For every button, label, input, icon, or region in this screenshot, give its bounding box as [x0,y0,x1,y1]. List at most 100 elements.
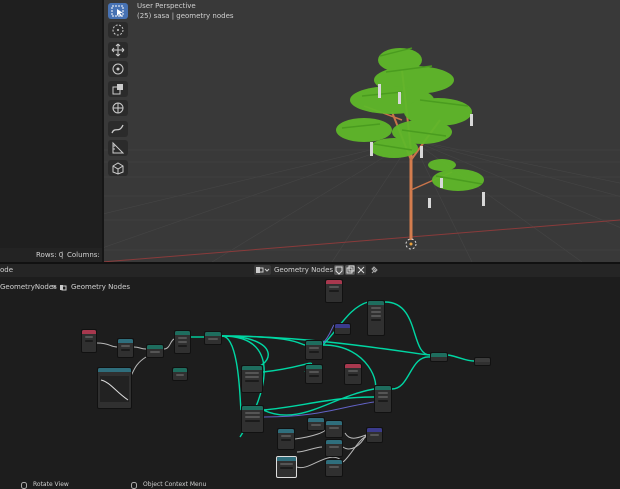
node-header-bar [375,386,391,390]
node-header-bar [242,406,263,410]
spreadsheet-area [0,0,102,262]
node-value-a[interactable] [277,428,295,450]
node-header-bar [277,457,296,461]
object-origin [409,242,413,246]
node-set-material[interactable] [374,385,392,413]
node-math-e[interactable] [325,459,343,477]
node-row [329,427,339,429]
node-row [309,371,319,373]
duplicate-icon [346,265,355,274]
duplicate-tree-button[interactable] [345,265,355,275]
node-row [371,319,381,321]
node-row [245,372,259,374]
node-tree-name-field[interactable]: Geometry Nodes [271,265,333,275]
measure-icon [112,141,125,154]
node-editor-canvas[interactable]: GeometryNodes > Geometry Nodes [0,277,620,489]
rotate-tool[interactable] [108,61,128,77]
node-header-bar [345,364,361,368]
node-header-bar [278,429,294,433]
node-header-bar [175,331,190,335]
node-row [370,434,379,436]
scale-icon [112,84,123,95]
fake-user-shield-icon[interactable] [334,265,344,275]
node-vector[interactable] [334,323,351,335]
node-instance-main[interactable] [367,300,385,336]
node-row [371,307,381,309]
node-distribute-points[interactable] [241,365,263,393]
node-row [280,467,293,469]
node-header-bar [367,428,382,432]
3d-viewport[interactable]: User Perspective (25) sasa | geometry no… [102,0,620,262]
rotate-icon [112,63,124,75]
node-join-final[interactable] [430,352,448,362]
unlink-tree-button[interactable] [356,265,366,275]
viewport-mode-label: User Perspective [137,2,196,10]
node-math[interactable] [117,338,134,358]
pin-button[interactable] [369,265,379,275]
x-axis-line [102,219,620,262]
pin-icon [371,266,378,274]
node-random-value[interactable] [344,363,362,385]
node-editor-header: ode Geometry Nodes [0,264,620,277]
node-input-value[interactable] [81,329,97,353]
spreadsheet-separator: | [61,251,64,259]
node-tree-type-dropdown[interactable] [254,265,271,275]
node-row [329,290,339,292]
node-row [329,286,339,288]
node-header-bar [82,330,96,334]
node-row [348,370,358,372]
move-icon [111,43,125,57]
node-object-info[interactable] [325,279,343,303]
node-float-curve[interactable] [97,367,132,409]
select-box-icon [111,5,124,17]
mouse-right-icon [131,482,137,489]
node-row [245,416,260,418]
measure-tool[interactable] [108,140,128,156]
node-instance-on-points[interactable] [241,405,264,433]
node-combine-xyz[interactable] [366,427,383,443]
status-context-menu: Object Context Menu [143,481,207,488]
node-group-output[interactable] [474,357,491,366]
node-row [329,446,339,448]
node-row [309,375,319,377]
node-transform-b[interactable] [305,364,323,384]
node-header-bar [173,368,187,372]
node-row [281,439,291,441]
editor-mode-label[interactable]: ode [0,267,13,274]
geometry-links [190,301,475,438]
node-row [178,337,187,339]
add-cube-tool[interactable] [108,160,128,176]
cursor-tool[interactable] [108,22,128,38]
status-bar: Rotate View Object Context Menu [0,482,620,489]
node-math-c[interactable] [325,420,343,438]
node-row [85,336,93,338]
node-value-selected[interactable] [276,456,297,478]
node-row [281,435,291,437]
node-row [121,349,130,351]
node-row [245,380,259,382]
node-header-bar [326,280,342,284]
node-header-bar [475,358,490,362]
node-math-d[interactable] [325,439,343,457]
scale-tool[interactable] [108,81,128,97]
node-curve-to-mesh[interactable] [174,330,191,354]
node-set-position[interactable] [146,344,164,358]
annotate-tool[interactable] [108,121,128,137]
node-join-geometry[interactable] [204,331,222,345]
node-math-b[interactable] [307,417,325,431]
spreadsheet-columns: Columns: 0 [67,251,107,259]
node-row [348,374,358,376]
add-cube-icon [112,162,124,175]
select-box-tool[interactable] [108,3,128,19]
node-transform-a[interactable] [305,340,323,360]
node-header-bar [431,353,447,357]
node-header-bar [335,324,350,328]
move-tool[interactable] [108,42,128,58]
node-realize[interactable] [172,367,188,381]
cursor-icon [112,24,124,36]
curve-graph [100,376,129,402]
area-divider-vertical[interactable] [102,0,104,262]
floor-grid [102,139,620,262]
node-tree-name: Geometry Nodes [274,266,334,274]
transform-tool[interactable] [108,100,128,116]
